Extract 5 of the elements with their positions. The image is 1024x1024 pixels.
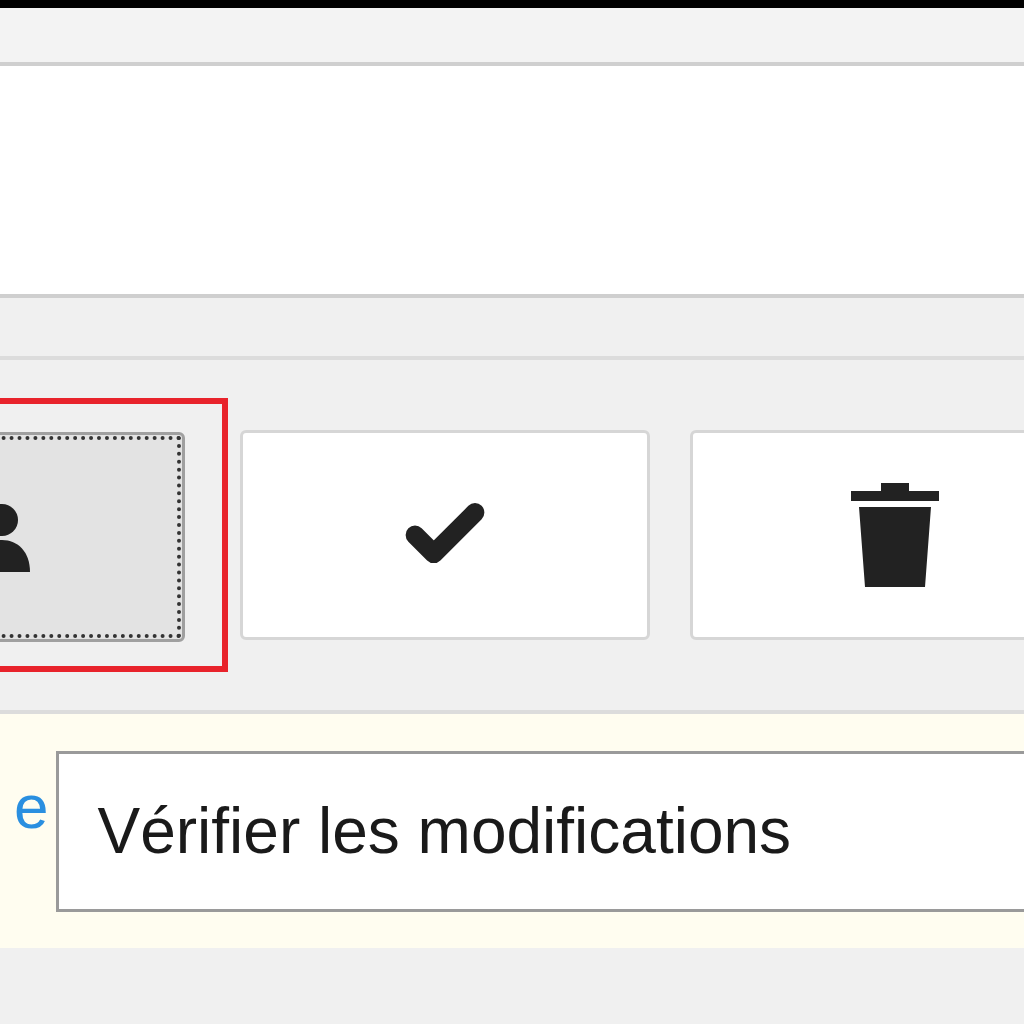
trash-icon: [849, 481, 941, 589]
trash-button[interactable]: [690, 430, 1024, 640]
text-field[interactable]: Vérifier les modifications: [56, 750, 1024, 912]
field-label: e: [13, 776, 50, 838]
check-button[interactable]: [240, 430, 650, 640]
